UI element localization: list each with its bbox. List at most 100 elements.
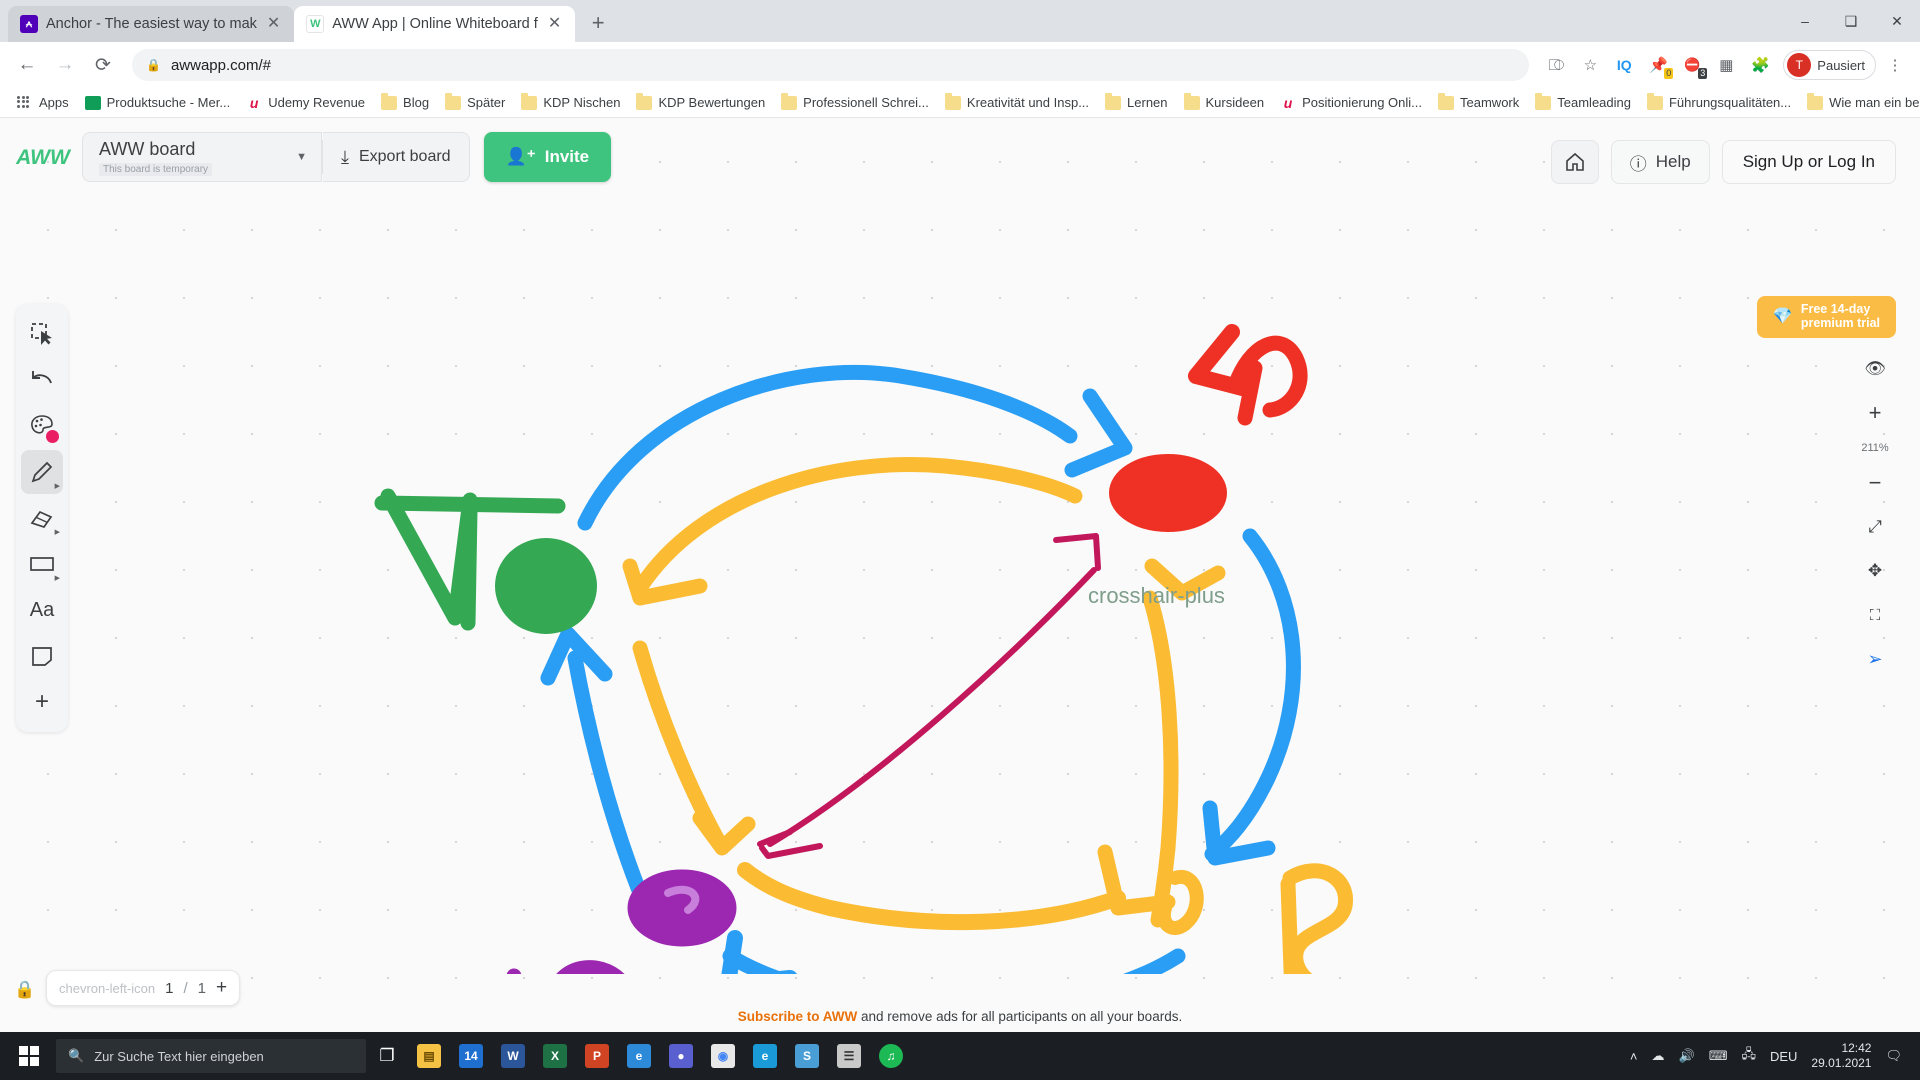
- bookmark-item-11[interactable]: u Positionierung Onli...: [1273, 92, 1429, 113]
- bookmark-item-3[interactable]: Blog: [374, 92, 436, 113]
- avatar: T: [1787, 53, 1812, 77]
- minimize-button[interactable]: –: [1782, 0, 1828, 42]
- eye-icon[interactable]: 👁: [1858, 354, 1892, 384]
- bookmark-item-apps[interactable]: Apps: [10, 92, 76, 113]
- taskbar-app-powerpoint[interactable]: P: [576, 1032, 618, 1080]
- taskbar-app-skype[interactable]: S: [786, 1032, 828, 1080]
- zoom-in-button[interactable]: +: [1858, 398, 1892, 428]
- fullscreen-icon[interactable]: ⛶: [1858, 600, 1892, 630]
- iq-extension-icon[interactable]: IQ: [1609, 50, 1639, 80]
- close-icon[interactable]: ✕: [265, 16, 282, 32]
- premium-trial-banner[interactable]: 💎 Free 14-day premium trial: [1756, 296, 1896, 338]
- select-tool[interactable]: [21, 312, 63, 356]
- bookmark-item-6[interactable]: KDP Bewertungen: [629, 92, 772, 113]
- new-tab-button[interactable]: +: [581, 6, 615, 40]
- tray-chevron-icon[interactable]: ˄: [1630, 1049, 1638, 1064]
- reload-icon[interactable]: ⟳: [86, 48, 120, 82]
- invite-button[interactable]: 👤⁺ Invite: [483, 132, 612, 182]
- adblock-extension-icon[interactable]: ⛔ 3: [1677, 50, 1708, 80]
- help-button[interactable]: ⓘ Help: [1610, 140, 1710, 184]
- taskbar-app-store[interactable]: 14: [450, 1032, 492, 1080]
- chevron-left-icon[interactable]: chevron-left-icon: [59, 981, 155, 996]
- bookmark-item-13[interactable]: Teamleading: [1528, 92, 1638, 113]
- bookmark-item-8[interactable]: Kreativität und Insp...: [938, 92, 1096, 113]
- profile-button[interactable]: T Pausiert: [1783, 50, 1876, 80]
- taskbar-app-excel[interactable]: X: [534, 1032, 576, 1080]
- bookmark-item-15[interactable]: Wie man ein besser...: [1800, 92, 1920, 113]
- taskbar-search[interactable]: 🔍 Zur Suche Text hier eingeben: [56, 1039, 366, 1073]
- signup-login-button[interactable]: Sign Up or Log In: [1721, 140, 1896, 184]
- bookmark-item-14[interactable]: Führungsqualitäten...: [1640, 92, 1798, 113]
- bookmark-item-10[interactable]: Kursideen: [1177, 92, 1272, 113]
- note-tool[interactable]: [21, 634, 63, 678]
- network-icon[interactable]: 🖧: [1741, 1045, 1756, 1067]
- aww-logo[interactable]: AWW: [14, 134, 72, 182]
- taskbar-app-chrome[interactable]: ◉: [702, 1032, 744, 1080]
- maximize-button[interactable]: ❑: [1828, 0, 1874, 42]
- board-selector[interactable]: AWW board This board is temporary ▼: [82, 132, 322, 182]
- close-icon[interactable]: ✕: [546, 16, 563, 32]
- omnibox-icons: ⎄ ☆ IQ 📌 0 ⛔ 3 ▦ 🧩 T Pausiert ⋮: [1541, 50, 1910, 80]
- bookmark-star-icon[interactable]: ☆: [1575, 50, 1605, 80]
- taskbar-clock[interactable]: 12:42 29.01.2021: [1811, 1041, 1871, 1071]
- onedrive-icon[interactable]: ☁: [1652, 1048, 1665, 1064]
- add-tool[interactable]: +: [21, 680, 63, 724]
- chevron-expand-icon[interactable]: ▶: [55, 528, 60, 536]
- move-arrows-icon[interactable]: ✥: [1858, 556, 1892, 586]
- bookmark-item-9[interactable]: Lernen: [1098, 92, 1174, 113]
- shape-tool[interactable]: ▶: [21, 542, 63, 586]
- chevron-expand-icon[interactable]: ▶: [55, 574, 60, 582]
- chevron-expand-icon[interactable]: ▶: [55, 482, 60, 490]
- eraser-tool[interactable]: ▶: [21, 496, 63, 540]
- translate-icon[interactable]: ⎄: [1541, 50, 1571, 80]
- page-current[interactable]: 1: [165, 980, 173, 997]
- notification-icon[interactable]: 🗨: [1885, 1048, 1902, 1064]
- bookmark-label: KDP Nischen: [543, 95, 621, 110]
- export-board-button[interactable]: ⤓ Export board: [323, 132, 470, 182]
- taskbar-app-word[interactable]: W: [492, 1032, 534, 1080]
- taskbar-app-media[interactable]: ●: [660, 1032, 702, 1080]
- chevron-down-icon[interactable]: ▼: [256, 151, 307, 163]
- bookmark-item-2[interactable]: u Udemy Revenue: [239, 92, 372, 113]
- subscribe-footer: Subscribe to AWW and remove ads for all …: [0, 1009, 1920, 1024]
- taskbar-app-edge[interactable]: e: [744, 1032, 786, 1080]
- pen-tool[interactable]: ▶: [21, 450, 63, 494]
- pin-extension-icon[interactable]: 📌 0: [1643, 50, 1674, 80]
- apps-grid-icon[interactable]: ▦: [1711, 50, 1741, 80]
- bookmark-item-4[interactable]: Später: [438, 92, 512, 113]
- volume-icon[interactable]: 🔊: [1679, 1048, 1695, 1064]
- skype-icon: S: [795, 1044, 819, 1068]
- close-window-button[interactable]: ✕: [1874, 0, 1920, 42]
- color-tool[interactable]: [21, 404, 63, 448]
- extensions-puzzle-icon[interactable]: 🧩: [1745, 50, 1775, 80]
- whiteboard-canvas[interactable]: crosshair-plus AWW AWW board This board …: [0, 118, 1920, 1032]
- board-lock-icon[interactable]: 🔒: [14, 980, 35, 1000]
- home-button[interactable]: [1550, 140, 1599, 184]
- subscribe-link[interactable]: Subscribe to AWW: [738, 1009, 858, 1024]
- task-view-button[interactable]: ❐: [366, 1032, 408, 1080]
- address-bar[interactable]: 🔒 awwapp.com/#: [132, 49, 1530, 81]
- undo-tool[interactable]: [21, 358, 63, 402]
- zoom-rail: 👁 + 211% − ⤢ ✥ ⛶ ➢: [1858, 354, 1892, 674]
- browser-tab-1[interactable]: W AWW App | Online Whiteboard f ✕: [294, 6, 576, 42]
- browser-tab-0[interactable]: ⩜ Anchor - The easiest way to mak ✕: [8, 6, 295, 42]
- bookmark-item-7[interactable]: Professionell Schrei...: [774, 92, 936, 113]
- taskbar-app-explorer2[interactable]: ☰: [828, 1032, 870, 1080]
- start-button[interactable]: [6, 1032, 52, 1080]
- keyboard-icon[interactable]: ⌨: [1709, 1048, 1728, 1064]
- add-page-button[interactable]: +: [216, 977, 227, 999]
- language-indicator[interactable]: DEU: [1770, 1049, 1797, 1064]
- taskbar-app-edge-old[interactable]: e: [618, 1032, 660, 1080]
- kebab-menu-icon[interactable]: ⋮: [1880, 50, 1910, 80]
- forward-icon[interactable]: →: [48, 48, 82, 82]
- back-icon[interactable]: ←: [10, 48, 44, 82]
- bookmark-item-5[interactable]: KDP Nischen: [514, 92, 627, 113]
- bookmark-item-1[interactable]: Produktsuche - Mer...: [78, 92, 238, 113]
- text-tool[interactable]: Aa: [21, 588, 63, 632]
- zoom-out-button[interactable]: −: [1858, 468, 1892, 498]
- navigate-cursor-icon[interactable]: ➢: [1858, 644, 1892, 674]
- taskbar-app-file-explorer[interactable]: ▤: [408, 1032, 450, 1080]
- taskbar-app-spotify[interactable]: ♫: [870, 1032, 912, 1080]
- expand-diagonal-icon[interactable]: ⤢: [1858, 512, 1892, 542]
- bookmark-item-12[interactable]: Teamwork: [1431, 92, 1526, 113]
